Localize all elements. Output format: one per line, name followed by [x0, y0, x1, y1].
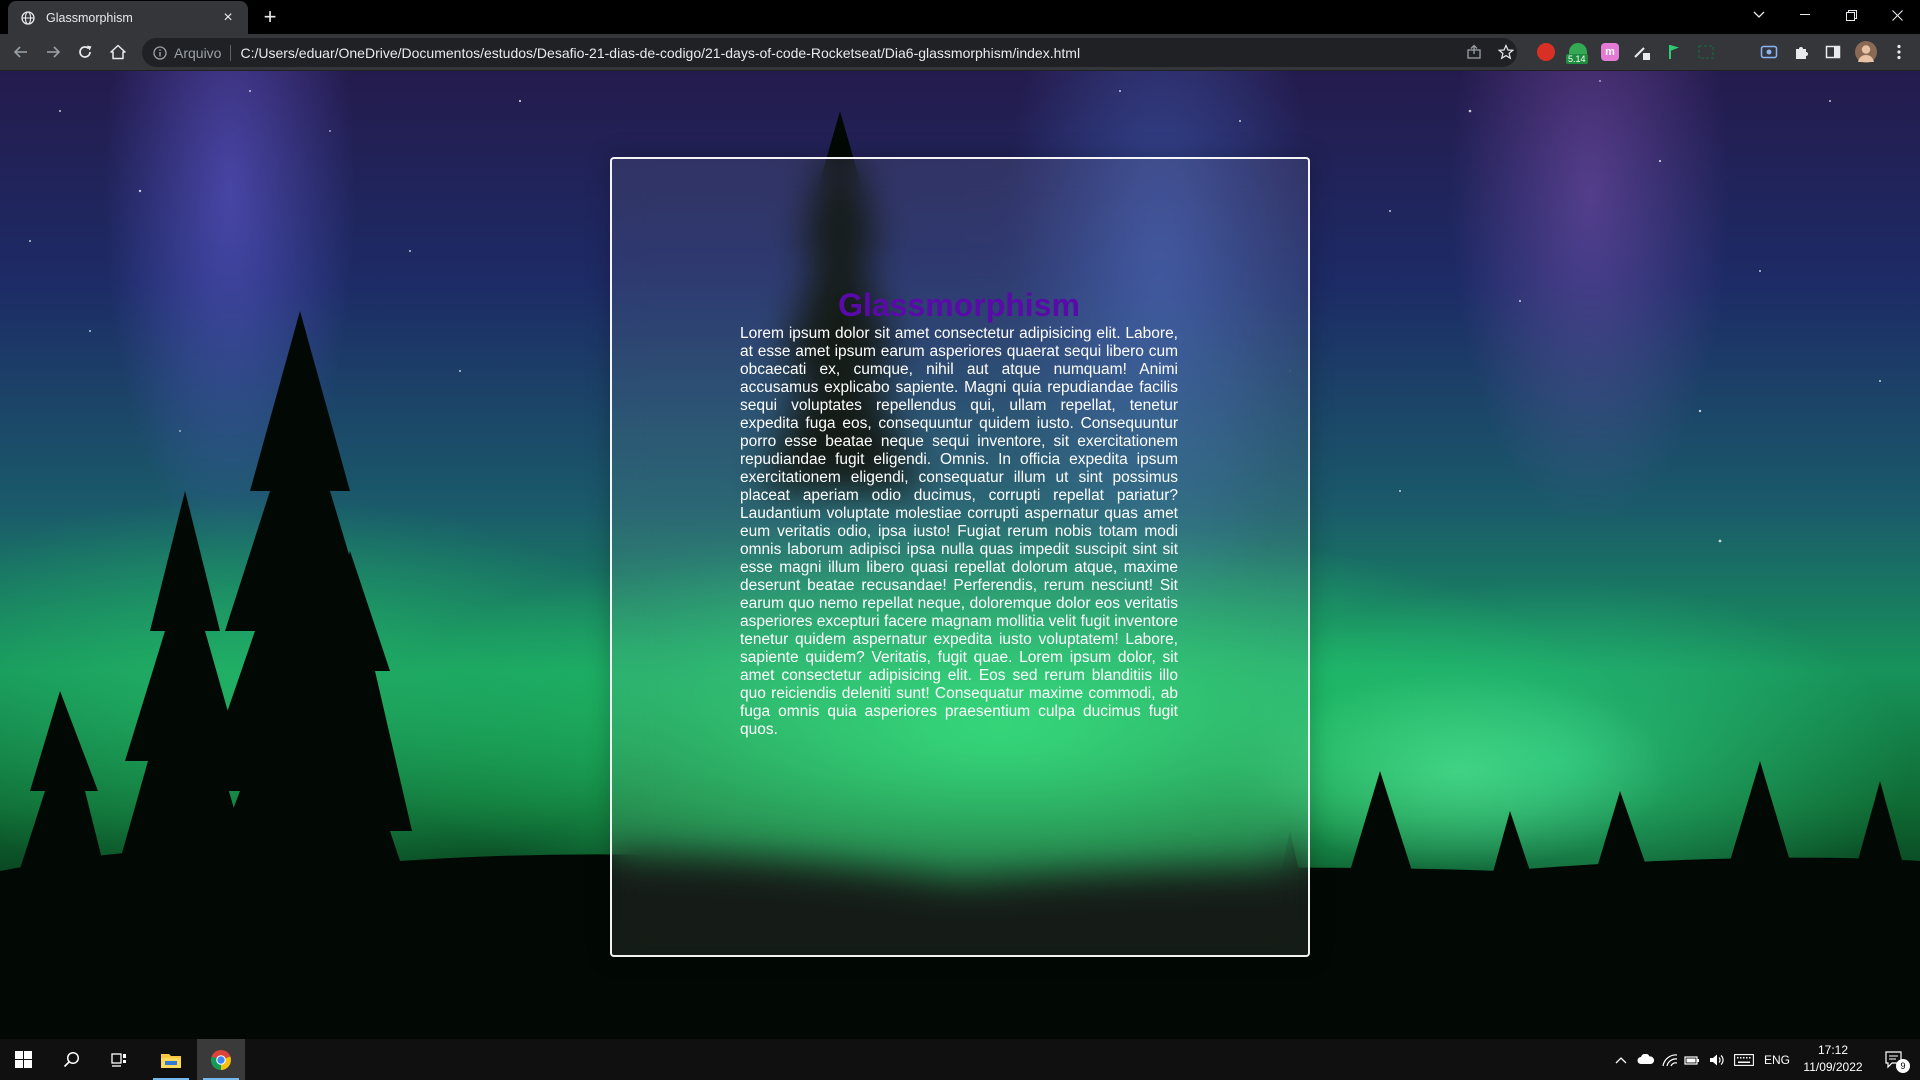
window-close-icon[interactable] [1874, 0, 1920, 30]
extension-counter-icon[interactable]: 5.14 [1566, 43, 1588, 64]
back-icon[interactable] [9, 40, 33, 64]
minimize-icon[interactable] [1782, 0, 1828, 30]
home-icon[interactable] [106, 40, 130, 64]
globe-icon [20, 10, 36, 26]
browser-tab-strip: Glassmorphism × + [0, 0, 1920, 34]
chrome-icon[interactable] [197, 1039, 245, 1080]
battery-icon[interactable] [1682, 1039, 1702, 1080]
file-explorer-icon[interactable] [147, 1039, 195, 1080]
menu-dots-icon[interactable] [1890, 43, 1908, 61]
page-title: Glassmorphism [838, 287, 1080, 323]
search-icon[interactable] [48, 1039, 94, 1080]
puzzle-icon[interactable] [1792, 43, 1810, 61]
sidepanel-icon[interactable] [1824, 43, 1842, 61]
extension-screen-icon[interactable] [1760, 43, 1778, 61]
star-icon[interactable] [1494, 40, 1518, 64]
close-icon[interactable]: × [218, 8, 238, 28]
reload-icon[interactable] [73, 40, 97, 64]
tray-chevron-up-icon[interactable] [1612, 1039, 1630, 1080]
taskbar-clock[interactable]: 17:12 11/09/2022 [1790, 1042, 1876, 1076]
notification-center-icon[interactable]: 9 [1878, 1039, 1912, 1080]
address-separator [230, 44, 232, 61]
windows-taskbar: ENG 17:12 11/09/2022 9 [0, 1039, 1920, 1080]
extension-frame-icon[interactable] [1697, 43, 1715, 61]
address-scheme-label: Arquivo [174, 44, 222, 61]
clock-time: 17:12 [1817, 1043, 1849, 1057]
page-viewport: Glassmorphism Lorem ipsum dolor sit amet… [0, 71, 1920, 1039]
browser-tab[interactable]: Glassmorphism × [8, 1, 248, 34]
notification-count-badge: 9 [1896, 1059, 1910, 1073]
forward-icon[interactable] [41, 40, 65, 64]
task-view-icon[interactable] [96, 1039, 142, 1080]
language-indicator[interactable]: ENG [1760, 1039, 1794, 1080]
glass-content: Glassmorphism Lorem ipsum dolor sit amet… [740, 287, 1178, 739]
profile-avatar[interactable] [1855, 41, 1877, 63]
extension-pen-icon[interactable] [1633, 43, 1651, 61]
chevron-down-icon[interactable] [1736, 0, 1782, 30]
extension-flag-icon[interactable] [1665, 43, 1683, 61]
glass-card: Glassmorphism Lorem ipsum dolor sit amet… [610, 157, 1310, 957]
address-url[interactable]: C:/Users/eduar/OneDrive/Documentos/estud… [240, 45, 1080, 61]
extension-badge: 5.14 [1566, 54, 1588, 64]
share-icon[interactable] [1462, 40, 1486, 64]
browser-toolbar: Arquivo C:/Users/eduar/OneDrive/Document… [0, 34, 1920, 71]
extension-record-icon[interactable] [1537, 43, 1555, 61]
tab-title: Glassmorphism [46, 10, 133, 25]
address-bar[interactable]: Arquivo C:/Users/eduar/OneDrive/Document… [142, 38, 1517, 67]
lorem-paragraph: Lorem ipsum dolor sit amet consectetur a… [740, 325, 1178, 738]
extension-m-icon[interactable]: m [1601, 43, 1619, 61]
restore-icon[interactable] [1828, 0, 1874, 30]
info-icon[interactable] [152, 45, 168, 61]
keyboard-icon[interactable] [1732, 1039, 1756, 1080]
plus-icon[interactable]: + [258, 4, 282, 29]
windows-start-icon[interactable] [0, 1039, 46, 1080]
volume-icon[interactable] [1706, 1039, 1728, 1080]
onedrive-cloud-icon[interactable] [1636, 1039, 1656, 1080]
clock-date: 11/09/2022 [1803, 1060, 1863, 1074]
wifi-icon[interactable] [1660, 1039, 1680, 1080]
